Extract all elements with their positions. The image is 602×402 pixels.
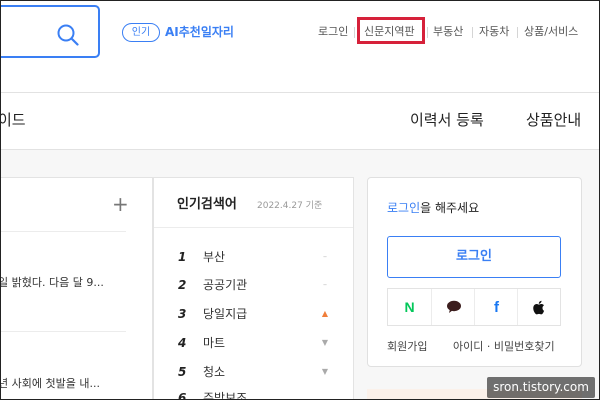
nav-item-product-info[interactable]: 상품안내 — [526, 111, 581, 129]
rank-number: 5 — [178, 365, 187, 379]
trend-same-icon: – — [323, 252, 327, 261]
popular-divider — [154, 227, 353, 228]
rank-number: 6 — [178, 391, 187, 400]
news-item[interactable]: 년 사회에 첫발을 내... — [1, 377, 100, 391]
naver-icon: N — [404, 299, 415, 315]
popular-search-date: 2022.4.27 기준 — [257, 201, 323, 211]
search-icon[interactable] — [57, 24, 79, 46]
apple-login-button[interactable] — [518, 289, 561, 325]
news-divider — [1, 231, 126, 232]
ai-recommend-link[interactable]: AI추천일자리 — [165, 23, 234, 41]
facebook-login-button[interactable]: f — [475, 289, 518, 325]
rank-number: 3 — [178, 307, 187, 321]
util-divider — [472, 27, 473, 38]
nav-item-resume-register[interactable]: 이력서 등록 — [410, 111, 484, 129]
find-id-password-link[interactable]: 아이디 · 비밀번호찾기 — [453, 340, 555, 354]
popular-term[interactable]: 주방보조 — [203, 391, 247, 399]
news-item[interactable]: 일 밝혔다. 다음 달 9... — [1, 276, 104, 290]
popular-term[interactable]: 공공기관 — [203, 278, 247, 292]
browser-frame: 인기 AI추천일자리 로그인 신문지역판 부동산 자동차 상품/서비스 이드 이… — [0, 0, 600, 400]
plus-icon[interactable]: + — [112, 194, 129, 214]
popular-term[interactable]: 당일지급 — [203, 307, 247, 321]
kakao-login-button[interactable] — [432, 289, 475, 325]
util-link-products[interactable]: 상품/서비스 — [524, 24, 578, 40]
watermark: sron.tistory.com — [487, 377, 595, 398]
login-button[interactable]: 로그인 — [387, 236, 561, 278]
talk-bubble-icon — [446, 300, 461, 313]
trend-same-icon: – — [323, 280, 327, 289]
header-divider — [1, 92, 599, 93]
signup-link[interactable]: 회원가입 — [387, 340, 427, 354]
util-link-login[interactable]: 로그인 — [318, 24, 348, 40]
trend-up-icon: ▲ — [321, 309, 329, 318]
rank-number: 4 — [178, 336, 187, 350]
popular-term[interactable]: 부산 — [203, 250, 225, 264]
news-divider — [1, 331, 126, 332]
popular-pill[interactable]: 인기 — [122, 23, 160, 42]
login-prompt-rest: 을 해주세요 — [420, 201, 480, 215]
trend-down-icon: ▼ — [321, 367, 329, 376]
search-input[interactable] — [1, 5, 100, 58]
rank-number: 2 — [178, 278, 187, 292]
apple-icon — [533, 300, 545, 314]
util-link-car[interactable]: 자동차 — [479, 24, 509, 40]
nav-item-guide[interactable]: 이드 — [1, 111, 26, 129]
popular-term[interactable]: 청소 — [203, 365, 225, 379]
facebook-icon: f — [494, 298, 499, 316]
naver-login-button[interactable]: N — [388, 289, 431, 325]
social-login-bar: N f — [387, 288, 561, 326]
util-divider — [517, 27, 518, 38]
trend-down-icon: ▼ — [321, 338, 329, 347]
popular-term[interactable]: 마트 — [203, 336, 225, 350]
rank-number: 1 — [178, 250, 187, 264]
popular-search-title: 인기검색어 — [177, 197, 237, 212]
util-divider — [427, 27, 428, 38]
login-prompt: 로그인을 해주세요 — [387, 200, 479, 216]
login-prompt-highlight[interactable]: 로그인 — [387, 201, 420, 215]
util-divider — [354, 27, 355, 38]
highlight-annotation-box — [357, 17, 425, 44]
util-link-realestate[interactable]: 부동산 — [433, 24, 463, 40]
